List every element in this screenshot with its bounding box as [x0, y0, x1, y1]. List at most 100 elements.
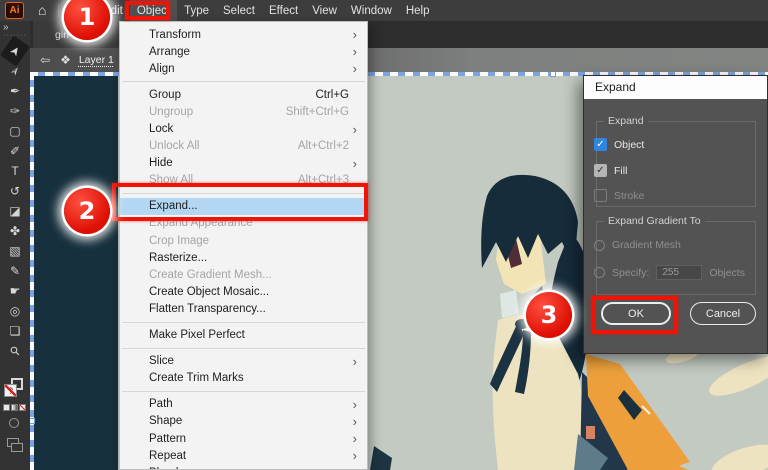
- menu-item-label: Crop Image: [149, 234, 210, 247]
- stroke-checkbox-row[interactable]: Stroke: [594, 189, 644, 202]
- menu-item[interactable]: Create Trim Marks: [120, 370, 367, 387]
- menu-separator: [122, 81, 365, 83]
- toolbar-bottom-cluster: ?: [0, 374, 30, 470]
- menu-item-label: Transform: [149, 28, 201, 41]
- menu-view[interactable]: View: [305, 0, 344, 21]
- menu-item[interactable]: Path ›: [120, 396, 367, 413]
- none-slash-icon: [20, 405, 25, 410]
- menu-select[interactable]: Select: [216, 0, 262, 21]
- rectangle-tool-icon[interactable]: ▢: [3, 121, 27, 141]
- paintbrush-tool-icon[interactable]: ✐: [3, 141, 27, 161]
- group-legend: Expand Gradient To: [604, 215, 705, 227]
- menu-item[interactable]: Pattern ›: [120, 430, 367, 447]
- menu-item-label: Lock: [149, 123, 174, 136]
- gradient-tool-icon[interactable]: ▧: [3, 241, 27, 261]
- menu-item[interactable]: Align ›: [120, 60, 367, 77]
- menu-item-shortcut: Ctrl+G: [315, 88, 349, 101]
- menu-item[interactable]: Slice ›: [120, 353, 367, 370]
- submenu-arrow-icon: ›: [353, 465, 357, 469]
- menu-item-shortcut: Shift+Ctrl+G: [285, 105, 349, 118]
- specify-input[interactable]: 255: [656, 265, 703, 280]
- menu-item[interactable]: Create Gradient Mesh...: [120, 266, 367, 283]
- menu-item[interactable]: Ungroup Shift+Ctrl+G: [120, 103, 367, 120]
- illustrator-logo-icon[interactable]: Ai: [5, 2, 24, 19]
- menu-item[interactable]: Create Object Mosaic...: [120, 283, 367, 300]
- menu-item-label: Rasterize...: [149, 251, 208, 264]
- draw-mode-icon[interactable]: [9, 418, 19, 428]
- menu-item[interactable]: Lock ›: [120, 120, 367, 137]
- menu-item-label: Flatten Transparency...: [149, 302, 266, 315]
- object-checkbox-row[interactable]: ✓ Object: [594, 138, 644, 151]
- menu-item-label: Hide: [149, 157, 173, 170]
- rotate-tool-icon[interactable]: ↺: [3, 181, 27, 201]
- gradient-mesh-radio-row[interactable]: Gradient Mesh: [594, 239, 681, 251]
- home-icon[interactable]: ⌂: [38, 0, 46, 21]
- layer-name-label[interactable]: Layer 1: [79, 54, 114, 66]
- menu-item[interactable]: Crop Image: [120, 232, 367, 249]
- submenu-arrow-icon: ›: [352, 121, 357, 137]
- menu-item[interactable]: Unlock All Alt+Ctrl+2: [120, 138, 367, 155]
- shape-builder-tool-icon[interactable]: ◎: [3, 301, 27, 321]
- fill-swatch[interactable]: ?: [4, 384, 17, 397]
- dialog-title[interactable]: Expand: [584, 76, 767, 99]
- expand-gradient-group: Expand Gradient To: [596, 215, 756, 295]
- menu-type[interactable]: Type: [177, 0, 216, 21]
- girl-collar: [500, 290, 519, 318]
- selection-border-left: [30, 72, 34, 470]
- symbol-sprayer-tool-icon[interactable]: ✤: [3, 221, 27, 241]
- menu-item[interactable]: Repeat ›: [120, 447, 367, 464]
- gradient-button[interactable]: [11, 404, 18, 411]
- none-button[interactable]: [19, 404, 26, 411]
- checkbox-checked-icon[interactable]: ✓: [594, 138, 607, 151]
- radio-icon[interactable]: [594, 239, 605, 251]
- menu-item[interactable]: Blend ›: [120, 464, 367, 469]
- menu-item[interactable]: Make Pixel Perfect: [120, 327, 367, 344]
- menubar-divider: [58, 4, 60, 17]
- menu-item-label: Create Object Mosaic...: [149, 285, 270, 298]
- checkbox-checked-icon[interactable]: ✓: [594, 164, 607, 177]
- group-legend: Expand: [604, 115, 648, 127]
- checkbox-unchecked-icon[interactable]: [594, 189, 607, 202]
- menu-item[interactable]: Hide ›: [120, 155, 367, 172]
- back-arrow-icon[interactable]: ⇦: [40, 53, 50, 67]
- step-number: 2: [78, 197, 96, 225]
- menu-item-label: Create Trim Marks: [149, 372, 244, 385]
- menu-item-label: Align: [149, 62, 175, 75]
- menu-separator: [122, 347, 365, 349]
- menu-item[interactable]: Shape ›: [120, 413, 367, 430]
- curvature-tool-icon[interactable]: ✑: [3, 101, 27, 121]
- menu-item[interactable]: Flatten Transparency...: [120, 300, 367, 317]
- menu-item-label: Ungroup: [149, 105, 194, 118]
- none-slash-icon: [5, 385, 16, 396]
- fill-checkbox-row[interactable]: ✓ Fill: [594, 164, 627, 177]
- eyedropper-tool-icon[interactable]: ✎: [3, 261, 27, 281]
- menu-item-label: Make Pixel Perfect: [149, 329, 245, 342]
- type-tool-icon[interactable]: T: [3, 161, 27, 181]
- menu-help[interactable]: Help: [399, 0, 437, 21]
- backpack-salmon: [586, 426, 595, 439]
- artwork-left-band: [33, 74, 118, 470]
- menu-item[interactable]: Arrange ›: [120, 43, 367, 60]
- screen-mode-front-icon[interactable]: [11, 443, 23, 452]
- radio-icon[interactable]: [594, 267, 605, 278]
- blob-3: [711, 444, 768, 470]
- menu-item[interactable]: Group Ctrl+G: [120, 86, 367, 103]
- menu-item-label: Unlock All: [149, 140, 200, 153]
- menu-item[interactable]: Transform ›: [120, 26, 367, 43]
- annotation-step-3: 3: [526, 292, 572, 338]
- menu-window[interactable]: Window: [344, 0, 399, 21]
- submenu-arrow-icon: ›: [352, 413, 357, 429]
- specify-radio-row[interactable]: Specify: 255 Objects: [594, 265, 745, 280]
- menu-item-label: Shape: [149, 415, 183, 428]
- layers-icon[interactable]: ❖: [60, 53, 71, 67]
- menu-effect[interactable]: Effect: [262, 0, 305, 21]
- cancel-button[interactable]: Cancel: [690, 302, 756, 325]
- hand-tool-icon[interactable]: ☛: [3, 281, 27, 301]
- eraser-tool-icon[interactable]: ◪: [3, 201, 27, 221]
- submenu-arrow-icon: ›: [352, 155, 357, 171]
- checkbox-label: Object: [614, 138, 645, 151]
- color-button[interactable]: [3, 404, 10, 411]
- annotation-step-2: 2: [64, 188, 110, 234]
- step-number: 3: [540, 301, 558, 329]
- menu-item[interactable]: Rasterize...: [120, 249, 367, 266]
